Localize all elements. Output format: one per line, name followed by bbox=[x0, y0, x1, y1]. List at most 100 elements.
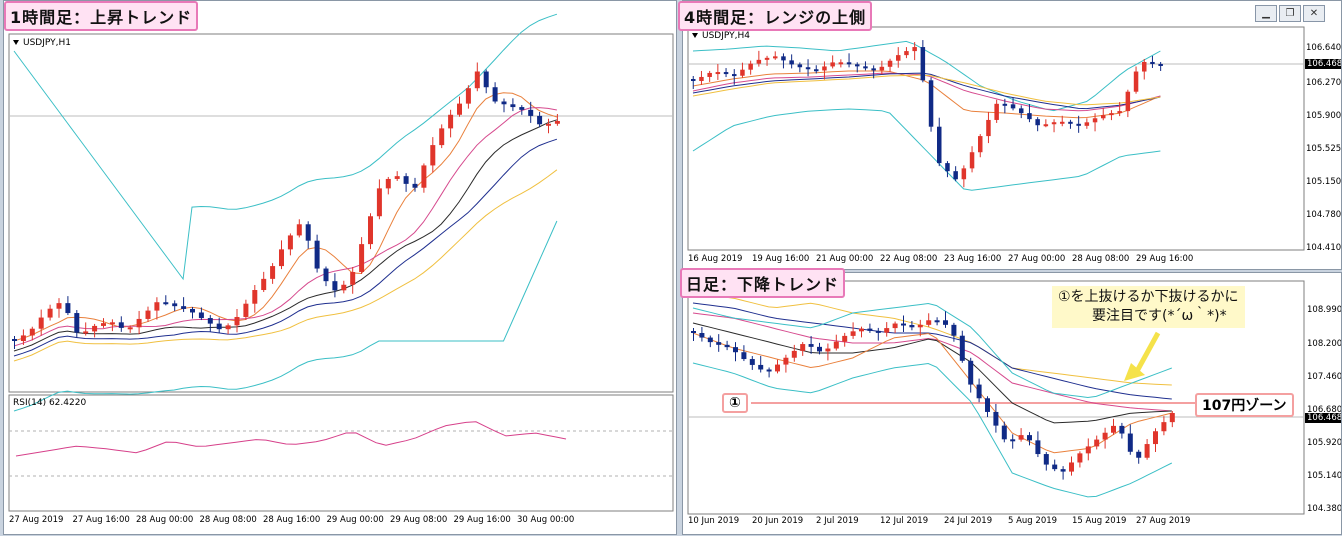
h1-candle bbox=[216, 323, 222, 330]
h1-candle bbox=[439, 128, 445, 146]
h4-candle bbox=[896, 55, 901, 61]
d1-candle bbox=[1060, 469, 1066, 472]
h4-candle bbox=[953, 171, 958, 180]
h4-candle bbox=[748, 63, 753, 70]
d1-candle bbox=[758, 364, 764, 370]
d1-candle bbox=[1001, 425, 1007, 440]
d1-y-tick-label: 105.140 bbox=[1307, 471, 1342, 481]
h4-candle bbox=[1019, 108, 1024, 114]
d1-y-tick-label: 107.460 bbox=[1307, 372, 1342, 382]
h1-candle bbox=[12, 339, 17, 341]
h1-candle bbox=[368, 216, 373, 245]
h4-candle bbox=[805, 67, 811, 70]
h4-candle bbox=[879, 66, 885, 71]
d1-candle bbox=[766, 369, 772, 372]
h1-candle bbox=[154, 302, 160, 311]
h4-candle bbox=[928, 80, 934, 127]
h4-ma-mid1 bbox=[692, 72, 1161, 112]
zone-marker-1: ① bbox=[722, 393, 748, 413]
d1-annotation-arrow bbox=[1133, 331, 1161, 375]
h4-candle bbox=[1133, 71, 1139, 92]
d1-x-tick-label: 12 Jul 2019 bbox=[880, 516, 929, 526]
d1-candle bbox=[934, 320, 940, 323]
h1-candle bbox=[207, 318, 213, 324]
h4-y-tick-label: 106.270 bbox=[1306, 78, 1342, 88]
close-icon[interactable]: ✕ bbox=[1303, 5, 1325, 22]
d1-y-tick-label: 105.920 bbox=[1307, 438, 1342, 448]
h1-candle bbox=[163, 302, 169, 305]
h4-candle bbox=[822, 66, 827, 71]
h4-candle bbox=[1101, 115, 1106, 119]
h4-candle bbox=[1043, 124, 1049, 127]
h1-x-tick-label: 28 Aug 00:00 bbox=[136, 515, 194, 525]
h1-chart-canvas bbox=[8, 13, 674, 512]
h4-current-price-tag: 106.468 bbox=[1305, 59, 1341, 69]
d1-candle bbox=[733, 347, 738, 353]
d1-x-tick-label: 15 Aug 2019 bbox=[1072, 516, 1127, 526]
h1-x-tick-label: 29 Aug 16:00 bbox=[453, 515, 511, 525]
h1-x-tick-label: 27 Aug 16:00 bbox=[72, 515, 130, 525]
h4-candle bbox=[994, 103, 999, 120]
d1-candle bbox=[976, 384, 982, 399]
h4-candle bbox=[1109, 113, 1114, 116]
h1-candle bbox=[421, 165, 427, 188]
h4-chart-window[interactable]: USDJPY,H4 ▁ ❐ ✕ 16 Aug 2019 19 Aug 16:00 2… bbox=[682, 0, 1342, 270]
h1-caption: 1時間足：上昇トレンド bbox=[4, 1, 199, 31]
h1-x-tick-label: 29 Aug 00:00 bbox=[326, 515, 384, 525]
h1-candle bbox=[519, 107, 525, 110]
h4-candle bbox=[797, 64, 803, 68]
d1-candle bbox=[1144, 444, 1150, 458]
h4-candle bbox=[912, 47, 917, 52]
d1-candle bbox=[1043, 454, 1049, 465]
d1-candle bbox=[951, 324, 957, 336]
dropdown-triangle-icon[interactable] bbox=[13, 40, 19, 45]
h4-y-tick-label: 105.900 bbox=[1306, 111, 1342, 121]
h4-candle bbox=[715, 72, 721, 75]
d1-candle bbox=[1094, 439, 1100, 447]
h1-symbol-text: USDJPY,H1 bbox=[23, 38, 71, 48]
h4-candle bbox=[814, 69, 819, 72]
d1-candle bbox=[1069, 462, 1074, 472]
d1-x-tick-label: 27 Aug 2019 bbox=[1136, 516, 1191, 526]
h1-candle bbox=[350, 271, 356, 285]
h1-candle bbox=[74, 313, 80, 333]
h1-x-tick-label: 27 Aug 2019 bbox=[9, 515, 64, 525]
dropdown-triangle-icon[interactable] bbox=[692, 33, 698, 38]
h4-x-tick-label: 28 Aug 08:00 bbox=[1072, 254, 1130, 264]
h4-y-tick-label: 105.525 bbox=[1306, 144, 1342, 154]
h1-chart-window[interactable]: USDJPY,H1 RSI(14) 62.4220 27 Aug 2019 27 … bbox=[3, 0, 677, 535]
minimize-icon[interactable]: ▁ bbox=[1255, 5, 1277, 22]
d1-candle bbox=[884, 328, 890, 333]
h1-x-tick-label: 28 Aug 16:00 bbox=[263, 515, 321, 525]
h1-candle bbox=[190, 308, 195, 313]
h1-candle bbox=[359, 244, 365, 272]
h1-candle bbox=[483, 71, 489, 88]
h4-symbol-label: USDJPY,H4 bbox=[692, 31, 750, 41]
h1-candle bbox=[181, 306, 187, 309]
h4-candle bbox=[764, 57, 770, 60]
h1-candle bbox=[403, 176, 409, 184]
h4-candle bbox=[920, 47, 926, 81]
h4-x-tick-label: 29 Aug 16:00 bbox=[1136, 254, 1194, 264]
annotation-box: ①を上抜けるか下抜けるかに 要注目です(*´ω｀*)* bbox=[1052, 286, 1245, 328]
h1-candle bbox=[252, 290, 258, 304]
h4-x-tick-label: 22 Aug 08:00 bbox=[880, 254, 938, 264]
h4-candle bbox=[707, 72, 712, 77]
h4-candle bbox=[773, 56, 778, 59]
h4-candle bbox=[1084, 122, 1090, 126]
d1-candle bbox=[1153, 431, 1158, 445]
h1-candle bbox=[118, 322, 124, 328]
h4-candle bbox=[1035, 119, 1040, 126]
h4-ma-slow bbox=[692, 74, 1161, 106]
d1-candle bbox=[968, 360, 974, 385]
h1-x-tick-label: 28 Aug 08:00 bbox=[199, 515, 257, 525]
d1-candle bbox=[1169, 413, 1175, 423]
d1-candle bbox=[817, 346, 822, 352]
d1-candle bbox=[926, 320, 932, 325]
d1-candle bbox=[833, 341, 839, 349]
h4-caption: 4時間足：レンジの上側 bbox=[678, 1, 873, 31]
d1-candle bbox=[1127, 433, 1133, 452]
d1-candle bbox=[783, 357, 789, 365]
h4-y-tick-label: 106.640 bbox=[1306, 43, 1342, 53]
restore-icon[interactable]: ❐ bbox=[1279, 5, 1301, 22]
